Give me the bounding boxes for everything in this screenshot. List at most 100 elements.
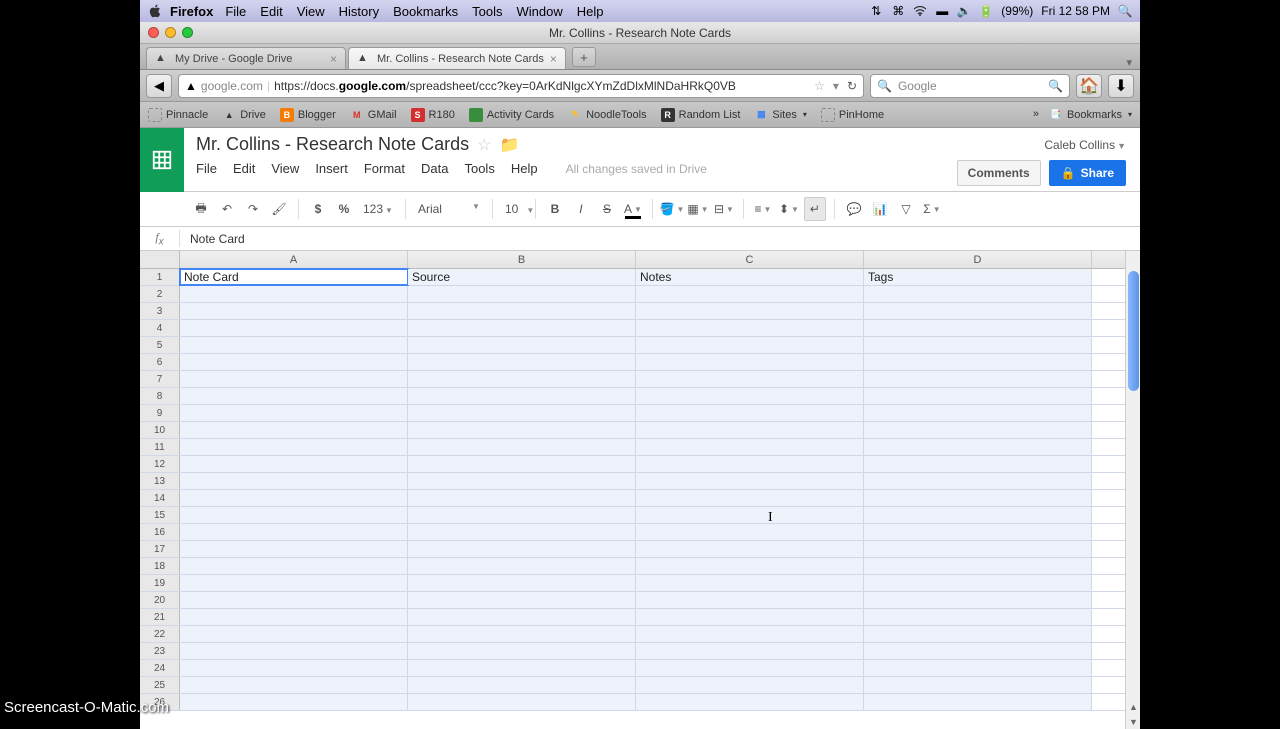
bookmark-random[interactable]: RRandom List bbox=[661, 108, 741, 122]
column-header-d[interactable]: D bbox=[864, 251, 1092, 268]
url-dropdown-icon[interactable]: ▾ bbox=[833, 79, 839, 93]
cell-B3[interactable] bbox=[408, 303, 636, 319]
row-header[interactable]: 16 bbox=[140, 524, 180, 540]
row-header[interactable]: 22 bbox=[140, 626, 180, 642]
menu-help[interactable]: Help bbox=[577, 4, 604, 19]
cell-D5[interactable] bbox=[864, 337, 1092, 353]
cell-C25[interactable] bbox=[636, 677, 864, 693]
row-header[interactable]: 23 bbox=[140, 643, 180, 659]
filter-button[interactable]: ▽ bbox=[895, 197, 917, 221]
cell-D19[interactable] bbox=[864, 575, 1092, 591]
document-title[interactable]: Mr. Collins - Research Note Cards bbox=[196, 134, 469, 155]
clock[interactable]: Fri 12 58 PM bbox=[1041, 4, 1110, 18]
cell-A14[interactable] bbox=[180, 490, 408, 506]
spotlight-icon[interactable]: ⌘ bbox=[891, 4, 905, 18]
cell-A15[interactable] bbox=[180, 507, 408, 523]
cell-D3[interactable] bbox=[864, 303, 1092, 319]
cell-A20[interactable] bbox=[180, 592, 408, 608]
cell-D17[interactable] bbox=[864, 541, 1092, 557]
sheets-menu-data[interactable]: Data bbox=[421, 161, 448, 176]
spreadsheet-grid[interactable]: A B C D 1Note CardSourceNotesTags2345678… bbox=[140, 251, 1140, 729]
cell-A25[interactable] bbox=[180, 677, 408, 693]
sheets-logo-icon[interactable] bbox=[140, 128, 184, 192]
fx-icon[interactable]: fx bbox=[140, 230, 180, 247]
volume-icon[interactable]: 🔈 bbox=[957, 4, 971, 18]
scroll-down-icon[interactable]: ▼ bbox=[1126, 714, 1140, 729]
cell-C9[interactable] bbox=[636, 405, 864, 421]
cell-C10[interactable] bbox=[636, 422, 864, 438]
cell-B8[interactable] bbox=[408, 388, 636, 404]
cell-C6[interactable] bbox=[636, 354, 864, 370]
cell-D22[interactable] bbox=[864, 626, 1092, 642]
sheets-menu-edit[interactable]: Edit bbox=[233, 161, 255, 176]
cell-D9[interactable] bbox=[864, 405, 1092, 421]
row-header[interactable]: 8 bbox=[140, 388, 180, 404]
cell-D20[interactable] bbox=[864, 592, 1092, 608]
reload-button[interactable]: ↻ bbox=[847, 79, 857, 93]
cell-C11[interactable] bbox=[636, 439, 864, 455]
cell-C4[interactable] bbox=[636, 320, 864, 336]
sheets-menu-view[interactable]: View bbox=[271, 161, 299, 176]
cell-C12[interactable] bbox=[636, 456, 864, 472]
cell-C17[interactable] bbox=[636, 541, 864, 557]
back-button[interactable]: ◀ bbox=[146, 74, 172, 98]
strikethrough-button[interactable]: S bbox=[596, 197, 618, 221]
share-button[interactable]: 🔒Share bbox=[1049, 160, 1126, 186]
cell-C7[interactable] bbox=[636, 371, 864, 387]
comments-button[interactable]: Comments bbox=[957, 160, 1041, 186]
url-input[interactable]: ▲ google.com | https://docs.google.com/s… bbox=[178, 74, 864, 98]
cell-A5[interactable] bbox=[180, 337, 408, 353]
home-button[interactable]: 🏠 bbox=[1076, 74, 1102, 98]
menu-edit[interactable]: Edit bbox=[260, 4, 282, 19]
font-select[interactable]: Arial▼ bbox=[414, 202, 484, 216]
cell-A26[interactable] bbox=[180, 694, 408, 710]
redo-button[interactable]: ↷ bbox=[242, 197, 264, 221]
cell-D21[interactable] bbox=[864, 609, 1092, 625]
row-header[interactable]: 12 bbox=[140, 456, 180, 472]
cell-A24[interactable] bbox=[180, 660, 408, 676]
bookmark-sites[interactable]: ▦Sites▾ bbox=[754, 108, 806, 122]
bookmark-pinhome[interactable]: PinHome bbox=[821, 108, 884, 122]
tab-drive[interactable]: ▲ My Drive - Google Drive × bbox=[146, 47, 346, 69]
cell-B17[interactable] bbox=[408, 541, 636, 557]
minimize-window-button[interactable] bbox=[165, 27, 176, 38]
row-header[interactable]: 3 bbox=[140, 303, 180, 319]
tab-close-icon[interactable]: × bbox=[550, 52, 557, 66]
cell-B23[interactable] bbox=[408, 643, 636, 659]
cell-B20[interactable] bbox=[408, 592, 636, 608]
cell-A16[interactable] bbox=[180, 524, 408, 540]
row-header[interactable]: 21 bbox=[140, 609, 180, 625]
row-header[interactable]: 5 bbox=[140, 337, 180, 353]
cell-B10[interactable] bbox=[408, 422, 636, 438]
sheets-menu-tools[interactable]: Tools bbox=[464, 161, 494, 176]
cell-C19[interactable] bbox=[636, 575, 864, 591]
insert-chart-button[interactable]: 📊 bbox=[869, 197, 891, 221]
cell-B2[interactable] bbox=[408, 286, 636, 302]
undo-button[interactable]: ↶ bbox=[216, 197, 238, 221]
cell-C14[interactable] bbox=[636, 490, 864, 506]
cell-B19[interactable] bbox=[408, 575, 636, 591]
scroll-up-icon[interactable]: ▲ bbox=[1126, 699, 1140, 714]
row-header[interactable]: 11 bbox=[140, 439, 180, 455]
tab-close-icon[interactable]: × bbox=[330, 52, 337, 66]
cell-D26[interactable] bbox=[864, 694, 1092, 710]
site-identity-icon[interactable]: ▲ bbox=[185, 79, 197, 93]
search-go-icon[interactable]: 🔍 bbox=[1048, 79, 1063, 93]
cell-D15[interactable] bbox=[864, 507, 1092, 523]
cell-A2[interactable] bbox=[180, 286, 408, 302]
cell-D11[interactable] bbox=[864, 439, 1092, 455]
sheets-menu-insert[interactable]: Insert bbox=[315, 161, 348, 176]
row-header[interactable]: 18 bbox=[140, 558, 180, 574]
bookmark-activity[interactable]: Activity Cards bbox=[469, 108, 554, 122]
cell-B13[interactable] bbox=[408, 473, 636, 489]
cell-C5[interactable] bbox=[636, 337, 864, 353]
cell-D2[interactable] bbox=[864, 286, 1092, 302]
wifi-icon[interactable] bbox=[913, 4, 927, 18]
cell-A17[interactable] bbox=[180, 541, 408, 557]
cell-C2[interactable] bbox=[636, 286, 864, 302]
bold-button[interactable]: B bbox=[544, 197, 566, 221]
bookmark-star-icon[interactable]: ☆ bbox=[814, 79, 825, 93]
row-header[interactable]: 20 bbox=[140, 592, 180, 608]
select-all-corner[interactable] bbox=[140, 251, 180, 268]
row-header[interactable]: 10 bbox=[140, 422, 180, 438]
